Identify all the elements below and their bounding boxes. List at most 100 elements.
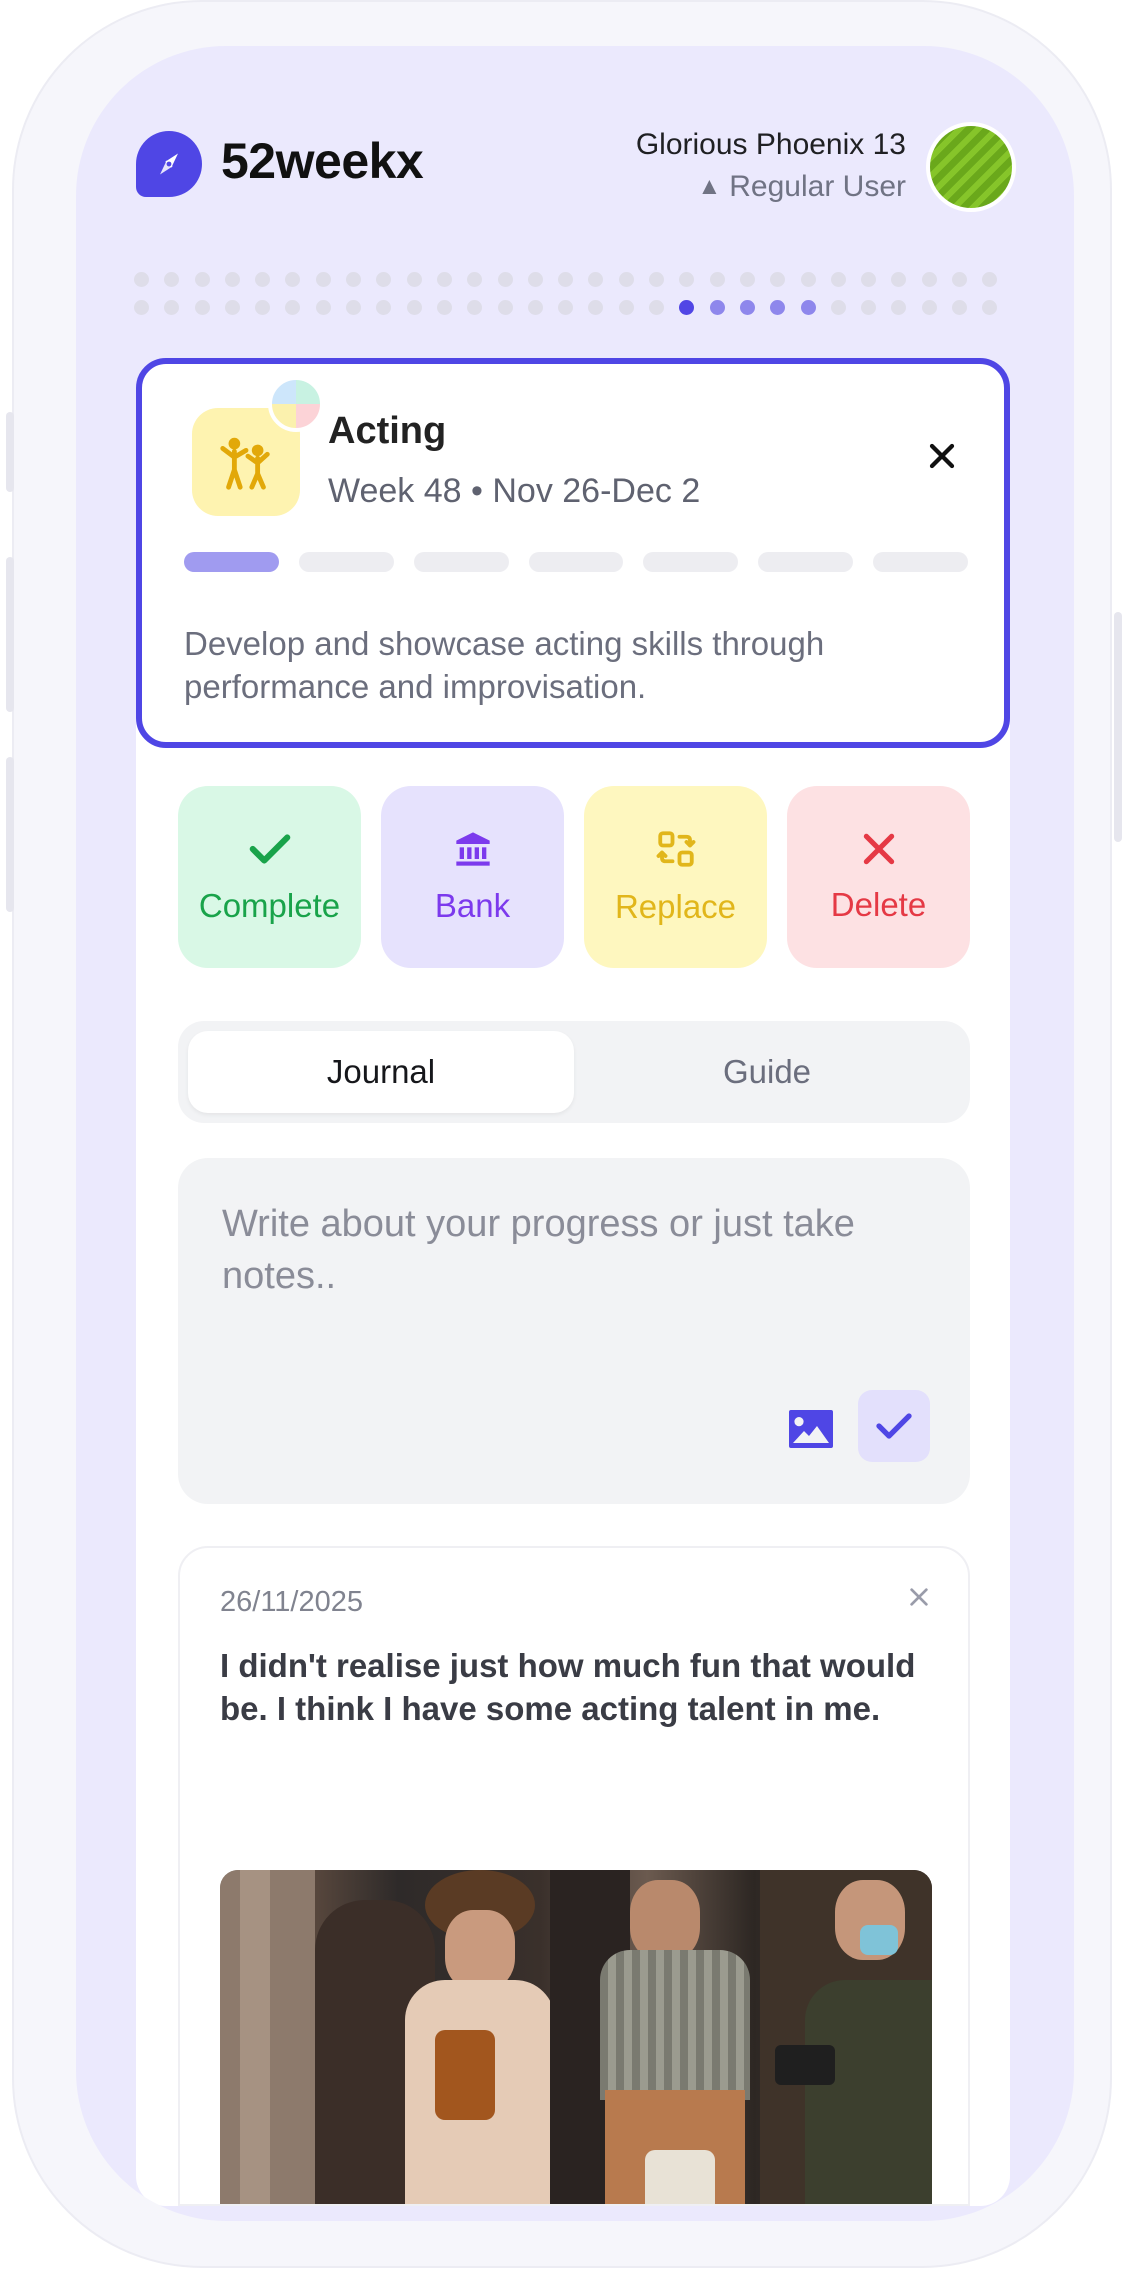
week-dot[interactable] [800,300,816,315]
brand-name: 52weekx [221,133,424,189]
progress-segment [413,552,509,572]
week-dot[interactable] [255,300,271,315]
week-dot[interactable] [770,272,786,287]
week-dot[interactable] [952,272,968,287]
close-icon [910,1588,928,1606]
week-dot[interactable] [285,300,301,315]
bank-button[interactable]: Bank [381,786,564,968]
week-dot[interactable] [891,300,907,315]
journal-composer [178,1158,970,1504]
replace-label: Replace [614,888,737,925]
swap-icon [656,831,695,867]
delete-label: Delete [830,886,927,923]
week-dot[interactable] [346,272,362,287]
tab-guide[interactable]: Guide [574,1031,960,1113]
user-name[interactable]: Glorious Phoenix 13 [636,128,906,162]
week-dot[interactable] [739,300,755,315]
side-button [6,557,14,712]
goal-progress-bar [184,552,969,572]
week-dot[interactable] [527,300,543,315]
week-dot[interactable] [861,272,877,287]
week-dot[interactable] [588,300,604,315]
week-dot[interactable] [164,300,180,315]
week-dot[interactable] [134,300,149,315]
delete-button[interactable]: Delete [787,786,970,968]
phone-frame: 52weekx Glorious Phoenix 13 ▲ Regular Us… [6,0,1122,2268]
week-dot[interactable] [467,300,483,315]
category-pie-icon [268,376,324,432]
progress-segment [528,552,624,572]
week-dot[interactable] [679,272,695,287]
week-dot[interactable] [376,300,392,315]
close-goal-button[interactable] [920,434,964,478]
week-dot[interactable] [315,300,331,315]
week-dot[interactable] [982,272,998,287]
week-dot[interactable] [527,272,543,287]
week-dot[interactable] [921,300,937,315]
journal-guide-tabs: Journal Guide [178,1021,970,1123]
rank-triangle-icon: ▲ [697,173,722,200]
week-dots [134,272,1014,315]
week-dot[interactable] [618,300,634,315]
replace-button[interactable]: Replace [584,786,767,968]
week-dot[interactable] [952,300,968,315]
week-dot[interactable] [436,272,452,287]
week-dot[interactable] [346,300,362,315]
week-dot[interactable] [467,272,483,287]
bank-label: Bank [434,887,511,924]
entry-text: I didn't realise just how much fun that … [220,1647,916,1727]
progress-segment [298,552,394,572]
week-dot[interactable] [164,272,180,287]
side-button [6,757,14,912]
week-dot[interactable] [830,300,846,315]
week-dot[interactable] [891,272,907,287]
group-of-actors-photo[interactable] [220,1870,932,2204]
save-entry-button[interactable] [858,1390,930,1462]
week-dot[interactable] [861,300,877,315]
week-dot[interactable] [285,272,301,287]
week-dot[interactable] [679,300,695,315]
week-dot[interactable] [830,272,846,287]
week-dot[interactable] [497,300,513,315]
week-dot[interactable] [224,272,240,287]
week-dot[interactable] [255,272,271,287]
complete-button[interactable]: Complete [178,786,361,968]
week-dot[interactable] [558,300,574,315]
week-dot[interactable] [194,272,210,287]
goal-title: Acting [328,410,447,452]
week-dot[interactable] [406,300,422,315]
week-dot[interactable] [558,272,574,287]
week-dot[interactable] [315,272,331,287]
goal-week-range: Week 48 • Nov 26-Dec 2 [328,472,701,510]
add-image-button[interactable] [776,1394,846,1464]
week-dot[interactable] [921,272,937,287]
week-dot[interactable] [800,272,816,287]
avatar[interactable] [926,122,1016,212]
week-dot[interactable] [588,272,604,287]
week-dot[interactable] [618,272,634,287]
week-dot[interactable] [770,300,786,315]
progress-segment [184,552,279,572]
week-dot[interactable] [709,272,725,287]
tab-journal[interactable]: Journal [188,1031,574,1113]
user-role: ▲ Regular User [698,170,907,204]
app-screen: 52weekx Glorious Phoenix 13 ▲ Regular Us… [76,46,1074,2221]
week-dot[interactable] [134,272,149,287]
side-button [6,412,14,492]
delete-entry-button[interactable] [908,1578,930,1617]
week-dot[interactable] [709,300,725,315]
check-icon [876,1413,912,1439]
week-dot[interactable] [497,272,513,287]
week-dot[interactable] [982,300,998,315]
week-dot[interactable] [649,272,665,287]
journal-entry: 26/11/2025 I didn't realise just how muc… [178,1546,970,2206]
week-dot[interactable] [406,272,422,287]
week-dot[interactable] [649,300,665,315]
week-dot[interactable] [436,300,452,315]
week-dot[interactable] [739,272,755,287]
goal-description: Develop and showcase acting skills throu… [184,625,825,705]
week-dot[interactable] [194,300,210,315]
week-dot[interactable] [376,272,392,287]
journal-input[interactable] [222,1198,922,1368]
week-dot[interactable] [224,300,240,315]
